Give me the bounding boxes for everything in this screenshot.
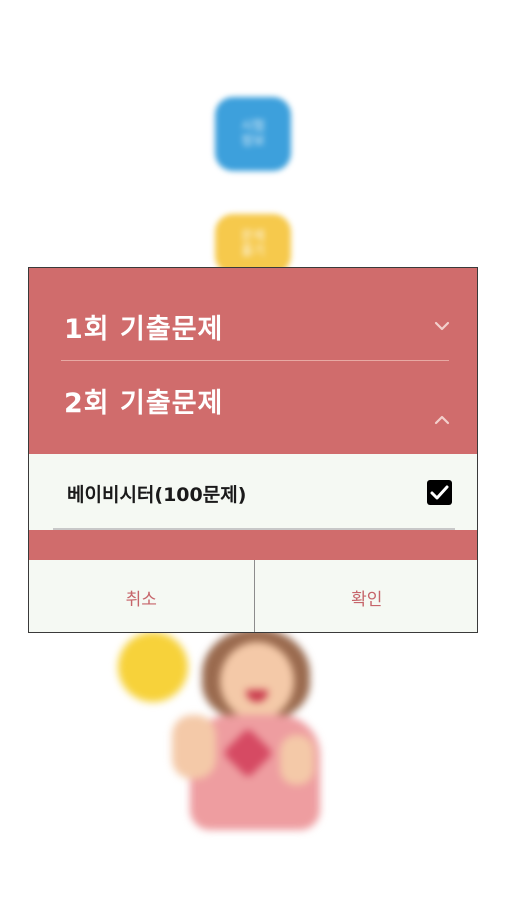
problem-tile: 문제 풀기 (215, 214, 291, 274)
exam-select-dialog: 1회 기출문제 2회 기출문제 베이비시터(100문제) 취소 확인 (28, 267, 478, 633)
group-title: 1회 기출문제 (64, 313, 224, 345)
list-item-babysitter[interactable]: 베이비시터(100문제) (29, 454, 477, 530)
item-checkbox[interactable] (427, 480, 452, 505)
cancel-button[interactable]: 취소 (29, 560, 254, 632)
dialog-button-bar: 취소 확인 (29, 560, 478, 632)
group-header-round-1[interactable]: 1회 기출문제 (29, 280, 477, 372)
group-header-round-2[interactable]: 2회 기출문제 (29, 361, 477, 439)
chevron-up-icon (434, 415, 450, 425)
chevron-down-icon (434, 321, 450, 331)
exam-info-tile: 시험 정보 (215, 97, 291, 171)
confirm-button[interactable]: 확인 (255, 560, 478, 632)
list-item-label: 베이비시터(100문제) (67, 484, 247, 506)
group-title: 2회 기출문제 (64, 387, 224, 419)
checkmark-icon (430, 485, 449, 500)
mascot-illustration (110, 620, 350, 840)
item-underline (53, 528, 455, 530)
